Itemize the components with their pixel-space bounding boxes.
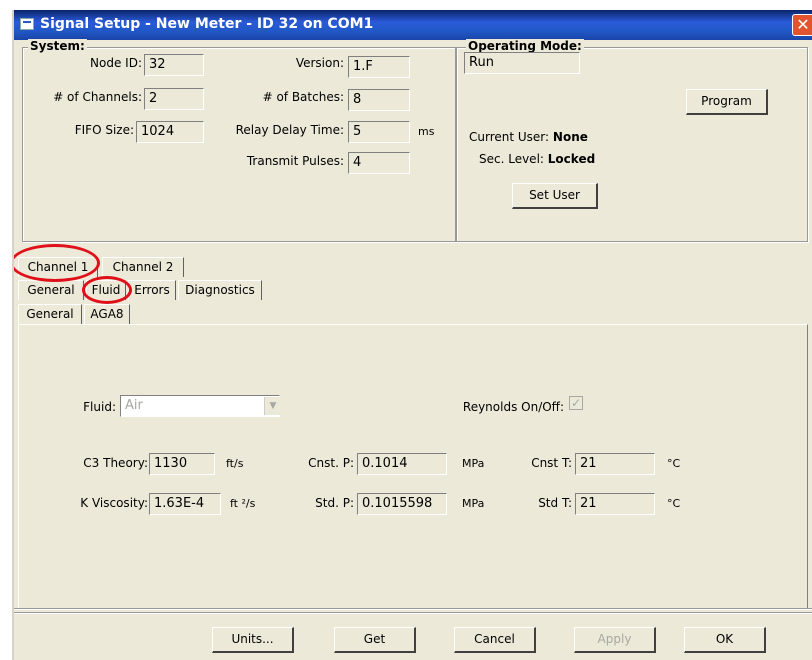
tab-aga8[interactable]: AGA8 — [84, 304, 130, 324]
tab-diagnostics[interactable]: Diagnostics — [178, 280, 262, 300]
window-icon — [20, 18, 34, 30]
fifo-label: FIFO Size: — [74, 123, 134, 137]
cnst-t-field[interactable]: 21 — [575, 453, 655, 475]
current-user-value: None — [552, 130, 588, 144]
batches-label: # of Batches: — [262, 90, 344, 104]
signal-setup-window: Signal Setup - New Meter - ID 32 on COM1… — [12, 10, 812, 660]
units-button[interactable]: Units... — [212, 627, 294, 653]
get-button[interactable]: Get — [334, 627, 416, 653]
std-t-field[interactable]: 21 — [575, 493, 655, 515]
security-level: Sec. Level: Locked — [479, 152, 595, 166]
transmit-pulses-label: Transmit Pulses: — [246, 154, 344, 168]
close-button[interactable]: ✕ — [792, 14, 812, 36]
fifo-size-field[interactable]: 1024 — [136, 121, 204, 143]
k-viscosity-field[interactable]: 1.63E-4 — [149, 493, 221, 515]
c3-theory-field[interactable]: 1130 — [149, 453, 215, 475]
cnst-p-field[interactable]: 0.1014 — [357, 453, 447, 475]
relay-delay-field[interactable]: 5 — [348, 121, 410, 143]
tab-channel-2[interactable]: Channel 2 — [102, 257, 184, 277]
c3-theory-unit: ft/s — [226, 457, 244, 470]
annotation-circle-channel-1 — [14, 244, 100, 282]
sec-level-value: Locked — [547, 152, 596, 166]
cnst-p-unit: MPa — [462, 457, 485, 470]
tab-fluid-general[interactable]: General — [18, 304, 82, 324]
transmit-pulses-field[interactable]: 4 — [348, 152, 410, 174]
bottom-separator — [14, 608, 812, 610]
k-viscosity-unit: ft ²/s — [230, 497, 256, 510]
operating-mode-title: Operating Mode: — [466, 39, 584, 53]
apply-button[interactable]: Apply — [574, 627, 656, 653]
window-title: Signal Setup - New Meter - ID 32 on COM1 — [40, 16, 374, 32]
channels-label: # of Channels: — [53, 90, 142, 104]
std-p-field[interactable]: 0.1015598 — [357, 493, 447, 515]
dropdown-chevron-icon[interactable]: ▼ — [264, 397, 281, 415]
node-id-label: Node ID: — [90, 56, 142, 70]
sec-level-label: Sec. Level: — [479, 152, 544, 166]
annotation-circle-fluid — [82, 276, 132, 304]
cnst-t-unit: °C — [667, 457, 681, 470]
relay-unit: ms — [418, 125, 435, 138]
node-id-field[interactable]: 32 — [144, 54, 204, 76]
set-user-button[interactable]: Set User — [512, 183, 598, 209]
tab-general[interactable]: General — [18, 280, 84, 300]
reynolds-label: Reynolds On/Off: — [462, 400, 564, 414]
operating-mode-group — [456, 47, 808, 242]
std-p-label: Std. P: — [315, 496, 354, 510]
c3-theory-label: C3 Theory: — [83, 456, 148, 470]
k-viscosity-label: K Viscosity: — [80, 496, 148, 510]
std-t-unit: °C — [667, 497, 681, 510]
reynolds-checkbox[interactable]: ✓ — [569, 396, 583, 410]
fluid-label: Fluid: — [83, 400, 116, 414]
cancel-button[interactable]: Cancel — [454, 627, 536, 653]
cnst-p-label: Cnst. P: — [308, 456, 354, 470]
channels-field[interactable]: 2 — [144, 88, 204, 110]
current-user-label: Current User: — [469, 130, 550, 144]
batches-field[interactable]: 8 — [348, 89, 410, 111]
bottom-separator-2 — [14, 612, 812, 614]
program-button[interactable]: Program — [686, 89, 768, 115]
version-label: Version: — [295, 56, 344, 70]
cnst-t-label: Cnst T: — [531, 456, 572, 470]
system-group-title: System: — [28, 39, 87, 53]
ok-button[interactable]: OK — [684, 627, 766, 653]
current-user: Current User: None — [469, 130, 588, 144]
version-field[interactable]: 1.F — [348, 56, 410, 78]
std-p-unit: MPa — [462, 497, 485, 510]
title-bar[interactable]: Signal Setup - New Meter - ID 32 on COM1… — [14, 10, 812, 40]
std-t-label: Std T: — [538, 496, 572, 510]
tab-errors[interactable]: Errors — [128, 280, 176, 300]
relay-delay-label: Relay Delay Time: — [235, 123, 344, 137]
fluid-select[interactable]: Air — [120, 395, 280, 417]
operating-mode-field[interactable]: Run — [464, 52, 580, 74]
